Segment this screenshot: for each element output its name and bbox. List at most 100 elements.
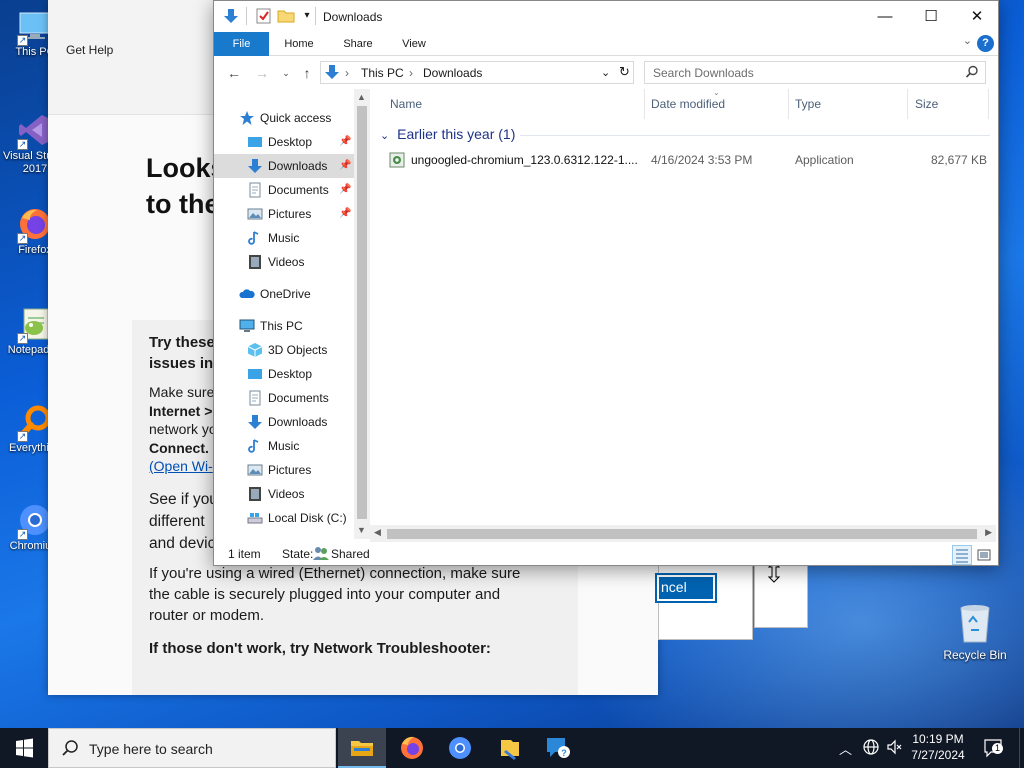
nav-quick-documents[interactable]: Documents 📌	[214, 178, 354, 202]
nav-label: Music	[268, 231, 300, 245]
large-icons-view-icon[interactable]	[974, 545, 994, 565]
system-clock[interactable]: 10:19 PM 7/27/2024	[903, 731, 973, 763]
refresh-icon[interactable]: ↻	[619, 64, 630, 80]
forward-arrow-icon[interactable]: →	[252, 63, 272, 83]
action-center-icon[interactable]: 1	[983, 738, 1005, 768]
cancel-button[interactable]: ncel	[655, 573, 717, 603]
horizontal-scrollbar[interactable]: ◀ ▶	[370, 525, 996, 542]
downloads-folder-icon	[247, 414, 263, 430]
nav-label: Documents	[268, 183, 329, 197]
network-globe-icon[interactable]	[862, 738, 880, 768]
get-help-title: Get Help	[66, 43, 114, 57]
nav-onedrive[interactable]: OneDrive	[214, 282, 354, 306]
search-icon	[965, 65, 979, 82]
desktop-icon-recycle-bin[interactable]: Recycle Bin	[940, 600, 1010, 662]
3d-objects-icon	[247, 342, 263, 358]
nav-quick-videos[interactable]: Videos	[214, 250, 354, 274]
taskbar-file-explorer[interactable]	[338, 728, 386, 768]
nav-pc-music[interactable]: Music	[214, 434, 354, 458]
documents-folder-icon	[247, 182, 263, 198]
taskbar-get-help[interactable]: ?	[534, 728, 582, 768]
nav-pc-videos[interactable]: Videos	[214, 482, 354, 506]
nav-pc-documents[interactable]: Documents	[214, 386, 354, 410]
scroll-down-arrow-icon[interactable]: ▼	[357, 525, 366, 535]
file-explorer-window: ▾ Downloads — ☐ ✕ File Home Share View ⌄…	[213, 0, 999, 566]
column-header-type[interactable]: Type	[795, 89, 821, 119]
shortcut-arrow-icon: ↗	[17, 529, 28, 540]
nav-local-disk[interactable]: Local Disk (C:)	[214, 506, 354, 530]
up-arrow-icon[interactable]: ↑	[297, 63, 317, 83]
nav-label: Local Disk (C:)	[268, 511, 347, 525]
close-button[interactable]: ✕	[954, 1, 1000, 32]
nav-this-pc[interactable]: This PC	[214, 314, 354, 338]
back-arrow-icon[interactable]: ←	[224, 63, 244, 83]
nav-3d-objects[interactable]: 3D Objects	[214, 338, 354, 362]
address-bar[interactable]: › This PC › Downloads ⌄ ↻	[320, 61, 634, 84]
scrollbar-thumb[interactable]	[387, 529, 977, 539]
search-box[interactable]: Search Downloads	[644, 61, 986, 84]
group-divider	[520, 135, 990, 136]
maximize-button[interactable]: ☐	[908, 1, 954, 32]
properties-icon[interactable]	[255, 7, 273, 25]
start-button[interactable]	[0, 728, 48, 768]
address-dropdown-chevron-icon[interactable]: ⌄	[601, 66, 610, 79]
show-hidden-icons-chevron-icon[interactable]: ︿	[839, 739, 852, 768]
nav-pc-desktop[interactable]: Desktop	[214, 362, 354, 386]
group-header[interactable]: ⌄ Earlier this year (1)	[380, 126, 515, 142]
dialog-panel-secondary	[754, 565, 808, 628]
tab-share[interactable]: Share	[334, 32, 382, 56]
breadcrumb-separator-icon: ›	[345, 66, 349, 80]
search-placeholder: Search Downloads	[653, 66, 754, 80]
nav-quick-access[interactable]: Quick access	[214, 106, 354, 130]
pictures-folder-icon	[247, 206, 263, 222]
column-separator	[788, 89, 789, 119]
expand-ribbon-chevron-icon[interactable]: ⌄	[963, 34, 972, 47]
breadcrumb-downloads[interactable]: Downloads	[423, 66, 482, 80]
nav-quick-pictures[interactable]: Pictures 📌	[214, 202, 354, 226]
nav-quick-music[interactable]: Music	[214, 226, 354, 250]
file-list: Name Date modified Type Size ⌄ ⌄ Earlier…	[370, 88, 998, 542]
taskbar-file-manager[interactable]	[486, 728, 534, 768]
nav-label: Desktop	[268, 367, 313, 381]
column-header-size[interactable]: Size	[915, 89, 938, 119]
scroll-left-arrow-icon[interactable]: ◀	[374, 527, 381, 538]
taskbar: Type here to search ? ︿ 10:19 PM 7/27/20…	[0, 728, 1024, 768]
nav-label: Downloads	[268, 415, 328, 429]
pin-icon: 📌	[339, 160, 352, 171]
notification-badge: 1	[992, 743, 1003, 754]
nav-quick-downloads[interactable]: Downloads 📌	[214, 154, 354, 178]
recent-locations-chevron-icon[interactable]: ⌄	[276, 63, 296, 83]
nav-pc-downloads[interactable]: Downloads	[214, 410, 354, 434]
breadcrumb-this-pc[interactable]: This PC	[361, 66, 404, 80]
details-view-icon[interactable]	[952, 545, 972, 565]
nav-label: Videos	[268, 487, 305, 501]
tab-home[interactable]: Home	[276, 32, 322, 56]
this-pc-icon	[239, 318, 255, 334]
search-icon	[61, 739, 79, 760]
taskbar-search-box[interactable]: Type here to search	[48, 728, 336, 768]
new-folder-icon[interactable]	[277, 7, 295, 25]
recycle-bin-icon	[955, 600, 995, 644]
file-name: ungoogled-chromium_123.0.6312.122-1....	[411, 153, 638, 167]
scrollbar-thumb[interactable]	[357, 106, 367, 519]
nav-quick-desktop[interactable]: Desktop 📌	[214, 130, 354, 154]
customize-qat-icon[interactable]: ▾	[298, 7, 316, 25]
nav-pc-pictures[interactable]: Pictures	[214, 458, 354, 482]
help-icon[interactable]: ?	[977, 35, 994, 52]
column-header-name[interactable]: Name	[390, 89, 422, 119]
minimize-button[interactable]: —	[862, 1, 908, 32]
volume-muted-icon[interactable]	[886, 738, 904, 768]
scroll-right-arrow-icon[interactable]: ▶	[985, 527, 992, 538]
taskbar-chromium[interactable]	[436, 728, 484, 768]
show-desktop-button[interactable]	[1019, 728, 1024, 768]
taskbar-firefox[interactable]	[388, 728, 436, 768]
scroll-up-arrow-icon[interactable]: ▲	[357, 92, 366, 102]
title-bar: ▾ Downloads — ☐ ✕	[214, 1, 998, 32]
tab-view[interactable]: View	[392, 32, 436, 56]
state-value: Shared	[331, 547, 370, 561]
file-row[interactable]: ungoogled-chromium_123.0.6312.122-1.... …	[378, 149, 990, 171]
tab-file[interactable]: File	[214, 32, 269, 56]
download-arrow-icon	[222, 7, 240, 25]
nav-pane-scrollbar[interactable]: ▲ ▼	[354, 89, 370, 539]
nav-label: Pictures	[268, 463, 312, 477]
